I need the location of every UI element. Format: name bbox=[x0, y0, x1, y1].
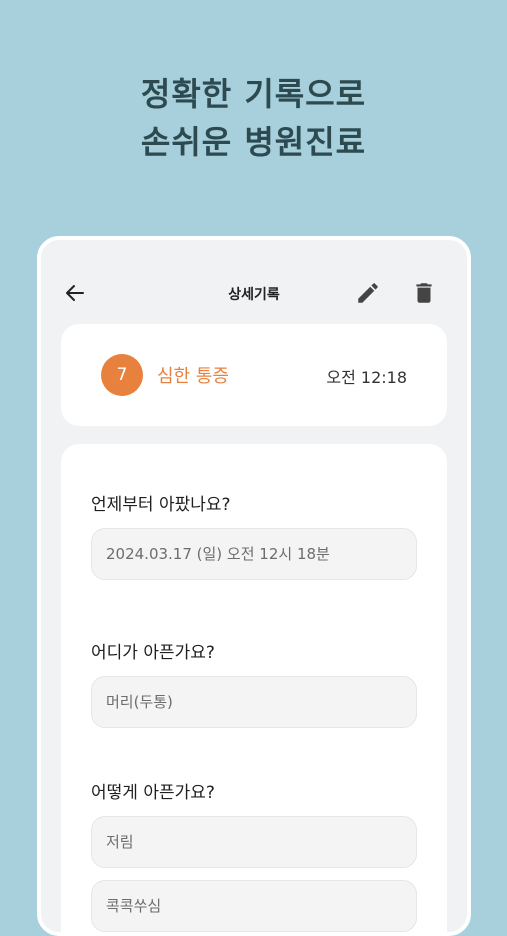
pain-level-badge: 7 bbox=[101, 354, 143, 396]
pain-location-field[interactable]: 머리(두통) bbox=[91, 676, 417, 728]
record-time: 오전 12:18 bbox=[326, 368, 407, 387]
pain-type-field-2[interactable]: 콕콕쑤심 bbox=[91, 880, 417, 932]
page-title: 상세기록 bbox=[228, 287, 280, 303]
pencil-icon bbox=[358, 283, 378, 303]
pain-summary-card[interactable]: 7 심한 통증 오전 12:18 bbox=[61, 324, 447, 426]
question-when-label: 언제부터 아팠나요? bbox=[91, 495, 231, 515]
phone-screen: 상세기록 7 심한 통증 오전 12:18 언제부터 아팠나요? 2024.03… bbox=[37, 236, 471, 936]
detail-card: 언제부터 아팠나요? 2024.03.17 (일) 오전 12시 18분 어디가… bbox=[61, 444, 447, 932]
pain-level-label: 심한 통증 bbox=[157, 366, 229, 387]
headline-line-2: 손쉬운 병원진료 bbox=[140, 123, 367, 161]
onset-date-field[interactable]: 2024.03.17 (일) 오전 12시 18분 bbox=[91, 528, 417, 580]
promo-headline: 정확한 기록으로 손쉬운 병원진료 bbox=[0, 70, 507, 166]
question-how-label: 어떻게 아픈가요? bbox=[91, 783, 215, 803]
pain-type-field-1[interactable]: 저림 bbox=[91, 816, 417, 868]
edit-button[interactable] bbox=[355, 280, 381, 306]
headline-line-1: 정확한 기록으로 bbox=[140, 75, 367, 113]
trash-icon bbox=[416, 283, 432, 303]
delete-button[interactable] bbox=[411, 280, 437, 306]
question-where-label: 어디가 아픈가요? bbox=[91, 643, 215, 663]
